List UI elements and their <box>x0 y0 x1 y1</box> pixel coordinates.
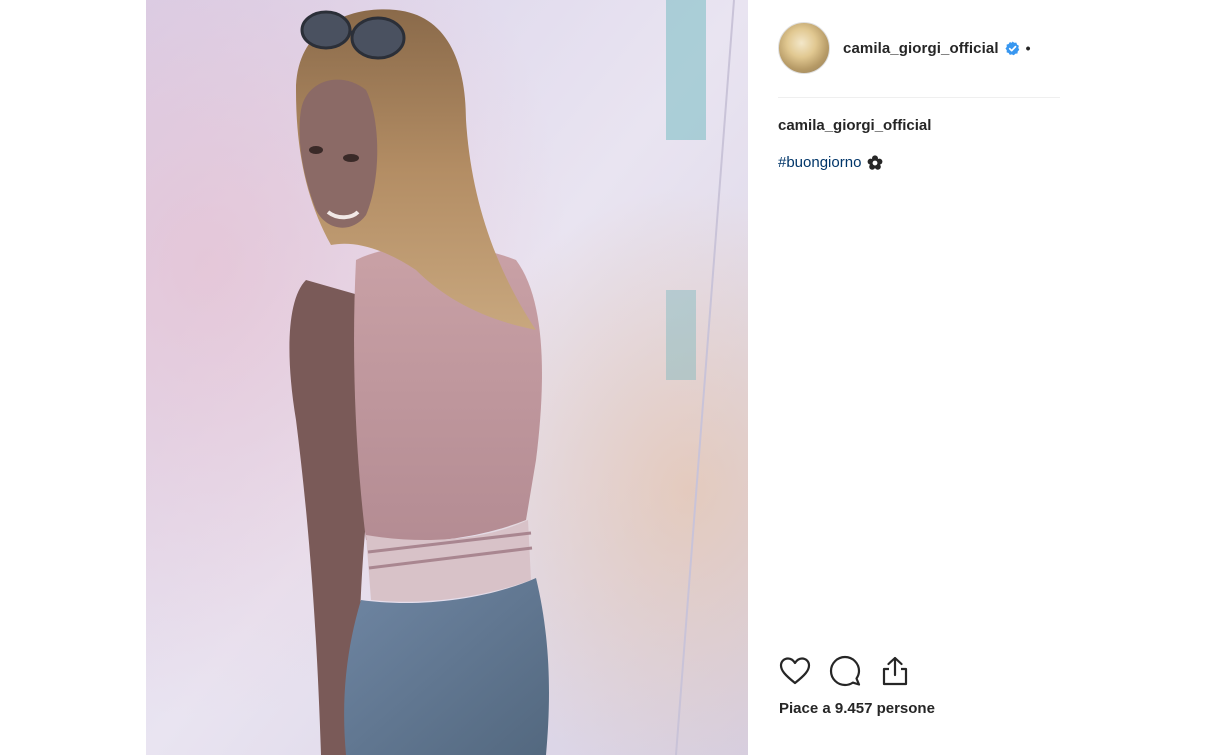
header-divider <box>778 97 1060 98</box>
share-icon <box>882 656 908 686</box>
share-button[interactable] <box>878 654 912 688</box>
like-button[interactable] <box>778 654 812 688</box>
likes-count[interactable]: Piace a 9.457 persone <box>779 700 935 717</box>
post-header: camila_giorgi_official • <box>778 22 1060 74</box>
post-photo-image <box>146 0 748 755</box>
verified-badge-icon <box>1005 40 1019 55</box>
flower-icon <box>868 154 883 170</box>
caption-text: #buongiorno <box>778 154 883 171</box>
post-photo[interactable] <box>146 0 748 755</box>
caption-username[interactable]: camila_giorgi_official <box>778 117 931 134</box>
header-username[interactable]: camila_giorgi_official <box>843 40 999 57</box>
post-actions <box>778 654 928 688</box>
post-side-panel: camila_giorgi_official • camila_giorgi_o… <box>778 0 1060 755</box>
comment-button[interactable] <box>828 654 862 688</box>
header-separator: • <box>1025 40 1031 56</box>
caption-hashtag[interactable]: #buongiorno <box>778 154 861 171</box>
profile-avatar[interactable] <box>778 22 830 74</box>
instagram-post-embed: camila_giorgi_official • camila_giorgi_o… <box>0 0 1206 755</box>
comment-icon <box>829 655 861 687</box>
heart-icon <box>779 657 811 685</box>
